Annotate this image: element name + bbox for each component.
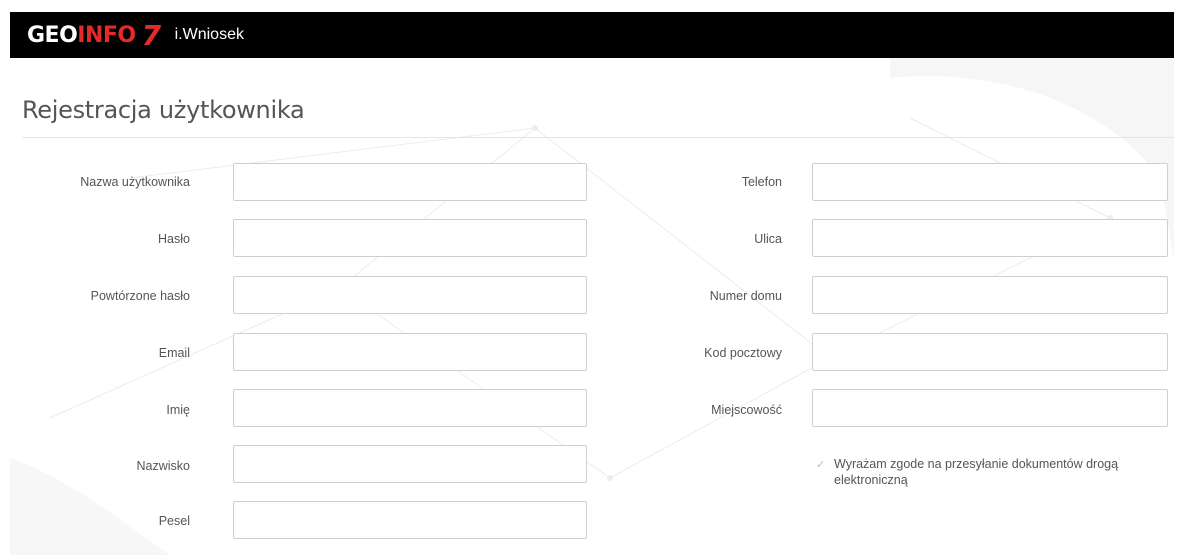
app-name: i.Wniosek [174, 26, 244, 43]
consent-label: Wyrażam zgode na przesyłanie dokumentów … [834, 457, 1119, 487]
last-name-label: Nazwisko [136, 459, 191, 473]
page-title: Rejestracja użytkownika [22, 96, 305, 124]
logo-seven: 7 [141, 18, 161, 52]
city-label: Miejscowość [711, 403, 782, 417]
postal-code-input[interactable] [812, 333, 1168, 371]
house-number-input[interactable] [812, 276, 1168, 314]
last-name-input[interactable] [233, 445, 587, 483]
phone-input[interactable] [812, 163, 1168, 201]
street-input[interactable] [812, 219, 1168, 257]
consent-checkbox[interactable]: ✓ [815, 459, 826, 471]
logo-info: INFO [77, 22, 136, 48]
street-label: Ulica [754, 232, 782, 246]
geoinfo-logo[interactable]: GEO INFO 7 i.Wniosek [27, 18, 244, 52]
top-bar: GEO INFO 7 i.Wniosek [10, 12, 1174, 58]
postal-code-label: Kod pocztowy [704, 346, 782, 360]
phone-label: Telefon [741, 175, 782, 189]
consent-row: ✓ Wyrażam zgode na przesyłanie dokumentó… [815, 456, 1165, 488]
pesel-label: Pesel [158, 514, 190, 528]
pesel-input[interactable] [233, 501, 587, 539]
logo-geo: GEO [27, 22, 78, 48]
city-input[interactable] [812, 389, 1168, 427]
title-divider [22, 137, 1174, 138]
registration-page: GEO INFO 7 i.Wniosek Rejestracja użytkow… [0, 0, 1189, 555]
house-number-label: Numer domu [709, 289, 782, 303]
